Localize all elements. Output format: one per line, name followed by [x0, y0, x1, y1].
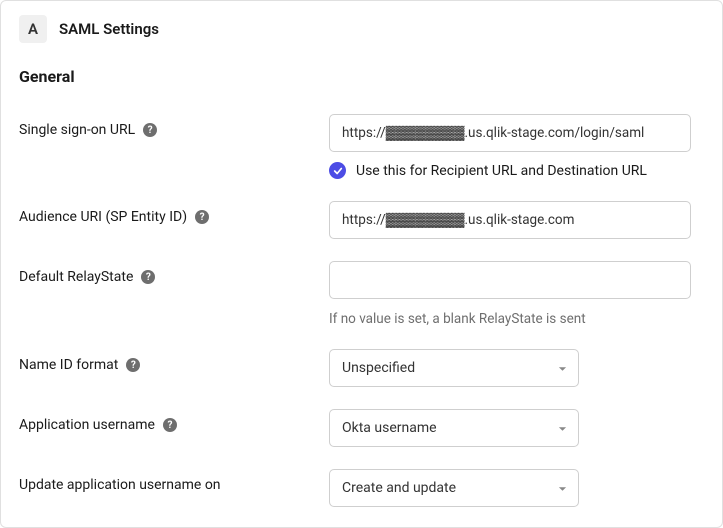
relaystate-hint: If no value is set, a blank RelayState i…	[329, 311, 704, 327]
name-id-format-select[interactable]: Unspecified	[329, 349, 579, 387]
sso-url-checkbox-row: Use this for Recipient URL and Destinati…	[329, 162, 704, 179]
update-username-selected: Create and update	[342, 480, 456, 496]
row-sso-url: Single sign-on URL ? Use this for Recipi…	[19, 114, 704, 179]
help-icon[interactable]: ?	[195, 210, 209, 224]
recipient-destination-label: Use this for Recipient URL and Destinati…	[356, 163, 647, 179]
label-app-username: Application username ?	[19, 409, 329, 433]
audience-uri-input[interactable]	[329, 201, 691, 239]
row-update-username: Update application username on Create an…	[19, 469, 704, 507]
panel-title: SAML Settings	[59, 20, 159, 38]
label-relaystate-text: Default RelayState	[19, 269, 133, 285]
row-app-username: Application username ? Okta username	[19, 409, 704, 447]
sso-url-input[interactable]	[329, 114, 691, 152]
relaystate-input[interactable]	[329, 261, 691, 299]
app-username-select[interactable]: Okta username	[329, 409, 579, 447]
row-relaystate: Default RelayState ? If no value is set,…	[19, 261, 704, 327]
row-audience-uri: Audience URI (SP Entity ID) ?	[19, 201, 704, 239]
help-icon[interactable]: ?	[141, 270, 155, 284]
label-audience-uri: Audience URI (SP Entity ID) ?	[19, 201, 329, 225]
label-sso-url: Single sign-on URL ?	[19, 114, 329, 138]
help-icon[interactable]: ?	[163, 418, 177, 432]
saml-settings-panel: A SAML Settings General Single sign-on U…	[0, 0, 723, 528]
panel-header: A SAML Settings	[19, 15, 704, 43]
label-app-username-text: Application username	[19, 417, 155, 433]
label-audience-uri-text: Audience URI (SP Entity ID)	[19, 209, 187, 225]
app-username-selected: Okta username	[342, 420, 437, 436]
label-sso-url-text: Single sign-on URL	[19, 122, 135, 138]
label-name-id-format-text: Name ID format	[19, 357, 118, 373]
recipient-destination-checkbox[interactable]	[329, 162, 346, 179]
update-username-select[interactable]: Create and update	[329, 469, 579, 507]
label-update-username: Update application username on	[19, 469, 329, 493]
label-relaystate: Default RelayState ?	[19, 261, 329, 285]
label-name-id-format: Name ID format ?	[19, 349, 329, 373]
name-id-format-selected: Unspecified	[342, 360, 415, 376]
label-update-username-text: Update application username on	[19, 477, 221, 493]
row-name-id-format: Name ID format ? Unspecified	[19, 349, 704, 387]
section-general-title: General	[19, 67, 704, 86]
help-icon[interactable]: ?	[143, 123, 157, 137]
section-letter-icon: A	[19, 15, 47, 43]
help-icon[interactable]: ?	[126, 358, 140, 372]
check-icon	[333, 166, 343, 176]
section-letter: A	[28, 20, 38, 38]
